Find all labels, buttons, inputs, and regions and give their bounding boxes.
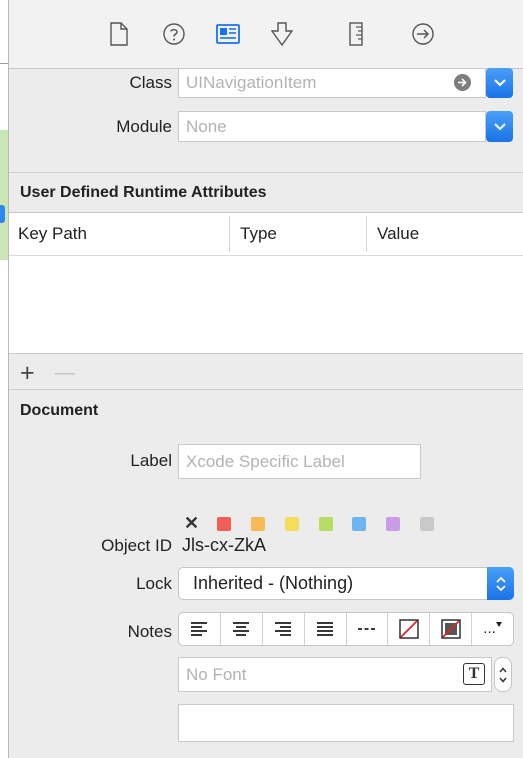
chevron-down-icon xyxy=(493,122,506,130)
table-bottom-border xyxy=(9,353,523,354)
column-header-type[interactable]: Type xyxy=(240,212,277,256)
color-swatch-orange[interactable] xyxy=(251,517,265,531)
font-size-stepper[interactable] xyxy=(494,657,512,692)
align-left-icon xyxy=(191,622,208,636)
runtime-attributes-header: User Defined Runtime Attributes xyxy=(20,184,267,201)
lock-popup-value: Inherited - (Nothing) xyxy=(193,573,354,593)
lock-popup-button[interactable]: Inherited - (Nothing) xyxy=(178,567,514,600)
file-inspector-icon[interactable] xyxy=(105,20,133,48)
remove-attribute-button[interactable]: — xyxy=(55,359,75,387)
stepper-arrows-icon xyxy=(499,666,507,683)
font-picker-icon[interactable]: T xyxy=(463,663,485,685)
notes-label: Notes xyxy=(127,622,172,641)
color-swatch-red[interactable] xyxy=(217,517,231,531)
up-down-chevron-icon xyxy=(487,567,514,600)
align-center-icon xyxy=(233,622,250,636)
module-label: Module xyxy=(116,117,172,136)
identity-inspector-icon[interactable] xyxy=(214,20,242,48)
align-right-button[interactable] xyxy=(263,613,305,645)
font-field[interactable]: No Font T xyxy=(178,657,492,692)
class-field[interactable]: UINavigationItem xyxy=(178,68,486,98)
inspector-toolbar xyxy=(9,0,523,69)
chevron-down-icon xyxy=(493,79,506,87)
natural-alignment-button[interactable] xyxy=(347,613,389,645)
xcode-label-field[interactable]: Xcode Specific Label xyxy=(178,444,421,479)
color-swatch-green[interactable] xyxy=(319,517,333,531)
quick-help-icon[interactable] xyxy=(160,20,188,48)
class-dropdown-button[interactable] xyxy=(486,68,513,98)
background-color-button[interactable] xyxy=(430,613,473,645)
class-label: Class xyxy=(129,73,172,92)
object-id-value: Jls-cx-ZkA xyxy=(182,535,266,555)
notes-format-control: ... xyxy=(178,612,514,646)
color-swatch-gray[interactable] xyxy=(420,517,434,531)
color-swatch-blue[interactable] xyxy=(352,517,366,531)
document-header: Document xyxy=(20,402,99,419)
panel-left-border xyxy=(8,0,9,758)
left-edge-highlight xyxy=(0,130,8,260)
no-color-icon xyxy=(399,619,419,639)
notes-text-field[interactable] xyxy=(178,704,514,742)
lock-label: Lock xyxy=(136,574,172,593)
color-swatch-purple[interactable] xyxy=(386,517,400,531)
column-header-key-path[interactable]: Key Path xyxy=(18,212,87,256)
justify-icon xyxy=(317,622,334,636)
connections-inspector-icon[interactable] xyxy=(409,20,437,48)
chevron-down-icon xyxy=(495,621,502,627)
table-header-divider xyxy=(9,255,523,256)
color-swatch-yellow[interactable] xyxy=(285,517,299,531)
module-dropdown-button[interactable] xyxy=(486,111,513,142)
font-picker-letter: T xyxy=(468,665,480,682)
more-options-label: ... xyxy=(483,620,496,637)
column-separator xyxy=(229,216,230,252)
more-options-button[interactable]: ... xyxy=(472,613,513,645)
left-edge-marker xyxy=(0,205,5,223)
column-separator xyxy=(366,216,367,252)
font-field-placeholder: No Font xyxy=(186,665,247,684)
size-inspector-icon[interactable] xyxy=(342,20,370,48)
object-id-label: Object ID xyxy=(101,536,172,555)
column-header-value[interactable]: Value xyxy=(377,212,419,256)
justify-button[interactable] xyxy=(305,613,347,645)
align-right-icon xyxy=(275,622,292,636)
go-to-class-icon[interactable] xyxy=(454,74,471,91)
section-divider xyxy=(9,172,523,173)
align-center-button[interactable] xyxy=(221,613,263,645)
natural-alignment-icon xyxy=(357,628,376,630)
background-color-icon xyxy=(440,619,461,639)
left-edge-strip xyxy=(0,0,8,758)
module-field[interactable]: None xyxy=(178,111,486,142)
label-label: Label xyxy=(130,451,172,470)
add-attribute-button[interactable]: + xyxy=(20,359,35,387)
text-color-button[interactable] xyxy=(388,613,431,645)
align-left-button[interactable] xyxy=(179,613,221,645)
section-divider xyxy=(9,389,523,390)
left-edge-tick xyxy=(0,63,8,64)
attributes-inspector-icon[interactable] xyxy=(268,20,296,48)
